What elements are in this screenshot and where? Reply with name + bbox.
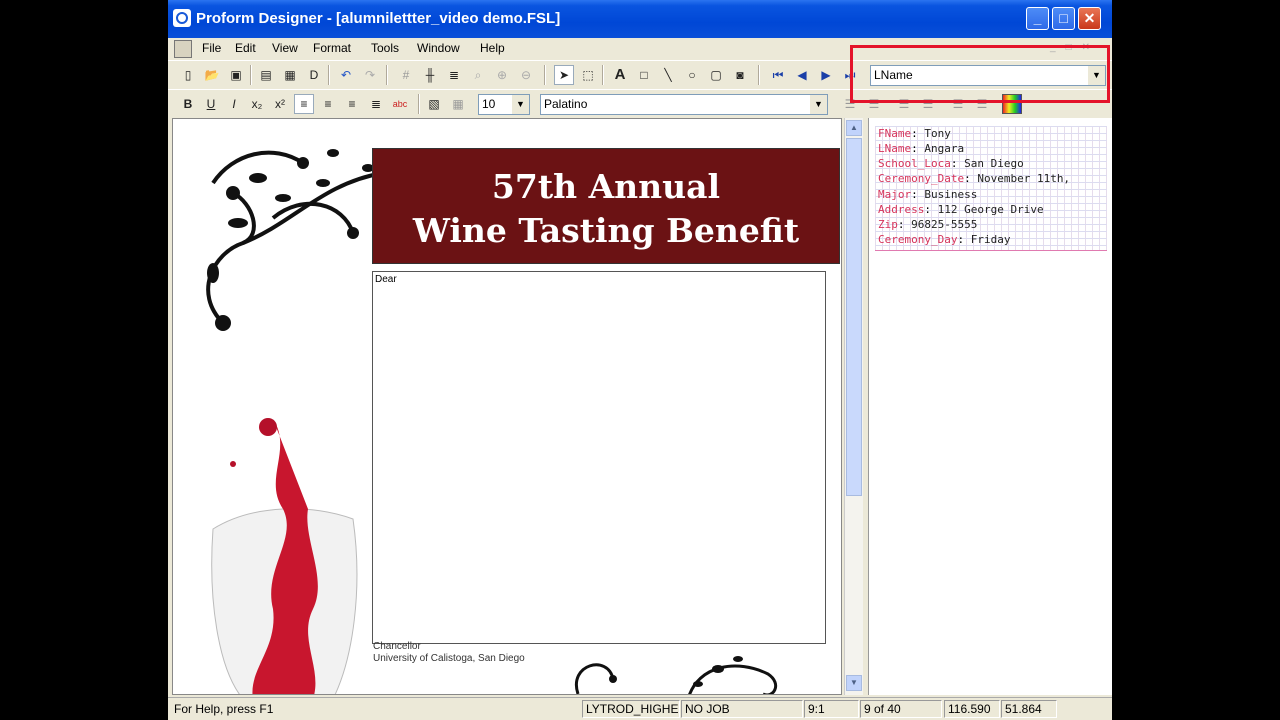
- open-folder-icon[interactable]: 📂: [202, 65, 222, 85]
- page-icon[interactable]: ▤: [256, 65, 276, 85]
- app-icon[interactable]: [173, 9, 191, 27]
- data-field-row[interactable]: FName: Tony: [878, 127, 951, 140]
- ruler-icon[interactable]: ╫: [420, 65, 440, 85]
- next-record-icon[interactable]: ▶: [816, 65, 836, 85]
- scroll-down-icon[interactable]: ▼: [846, 675, 862, 691]
- document-d-icon[interactable]: D: [304, 65, 324, 85]
- data-field-row[interactable]: Major: Business: [878, 188, 977, 201]
- new-file-icon[interactable]: ▯: [178, 65, 198, 85]
- bold-icon[interactable]: B: [178, 94, 198, 114]
- menu-tools[interactable]: Tools: [371, 41, 399, 55]
- spellcheck-icon[interactable]: abc: [390, 94, 410, 114]
- font-size-select[interactable]: 10 ▼: [478, 94, 530, 115]
- align-right-icon[interactable]: ≡: [342, 94, 362, 114]
- line-tool-icon[interactable]: ╲: [658, 65, 678, 85]
- font-name-select[interactable]: Palatino ▼: [540, 94, 828, 115]
- subscript-icon[interactable]: x₂: [247, 94, 267, 114]
- status-page: 9 of 40: [860, 700, 942, 718]
- prev-record-icon[interactable]: ◀: [792, 65, 812, 85]
- print-preview-icon[interactable]: ▦: [280, 65, 300, 85]
- data-field-list: FName: Tony LName: Angara School_Loca: S…: [875, 126, 1107, 251]
- data-record-panel: FName: Tony LName: Angara School_Loca: S…: [868, 118, 1112, 695]
- status-zoom: 9:1: [804, 700, 859, 718]
- circle-tool-icon[interactable]: ○: [682, 65, 702, 85]
- data-field-row[interactable]: LName: Angara: [878, 142, 964, 155]
- table-icon[interactable]: ▦: [448, 94, 468, 114]
- minimize-button[interactable]: _: [1026, 7, 1049, 30]
- wine-glass-image: [211, 418, 358, 694]
- zoom-icon[interactable]: ⌕: [468, 65, 488, 85]
- signature-organization: University of Calistoga, San Diego: [373, 653, 525, 664]
- marquee-select-icon[interactable]: ⬚: [578, 65, 598, 85]
- chevron-down-icon[interactable]: ▼: [810, 95, 827, 114]
- document-icon[interactable]: [174, 40, 192, 58]
- status-coord-x: 116.590: [944, 700, 1000, 718]
- font-size-value: 10: [482, 97, 496, 111]
- document-scrollbar[interactable]: ▲ ▼: [844, 118, 863, 695]
- grid-icon[interactable]: #: [396, 65, 416, 85]
- annotation-highlight-box: [850, 45, 1110, 103]
- status-coord-y: 51.864: [1001, 700, 1057, 718]
- menu-view[interactable]: View: [272, 41, 298, 55]
- status-job: NO JOB: [681, 700, 803, 718]
- letter-body-frame[interactable]: Dear: [372, 271, 826, 644]
- status-help-text: For Help, press F1: [174, 702, 274, 716]
- bottom-swirl-ornament: [574, 656, 778, 694]
- status-printer: LYTROD_HIGHE: [582, 700, 680, 718]
- italic-icon[interactable]: I: [224, 94, 244, 114]
- rounded-rect-icon[interactable]: ▢: [706, 65, 726, 85]
- close-button[interactable]: ✕: [1078, 7, 1101, 30]
- zoom-out-icon[interactable]: ⊖: [516, 65, 536, 85]
- select-arrow-icon[interactable]: ➤: [554, 65, 574, 85]
- status-bar: For Help, press F1 LYTROD_HIGHE NO JOB 9…: [168, 697, 1112, 720]
- align-left-icon[interactable]: ≡: [294, 94, 314, 114]
- app-window: Proform Designer - [alumnilettter_video …: [168, 0, 1112, 720]
- rectangle-tool-icon[interactable]: □: [634, 65, 654, 85]
- first-record-icon[interactable]: ⏮: [768, 65, 788, 85]
- align-center-icon[interactable]: ≡: [318, 94, 338, 114]
- title-bar[interactable]: Proform Designer - [alumnilettter_video …: [168, 0, 1112, 38]
- justify-icon[interactable]: ≣: [366, 94, 386, 114]
- save-icon[interactable]: ▣: [226, 65, 246, 85]
- data-field-row[interactable]: Ceremony_Date: November 11th,: [878, 172, 1070, 185]
- scroll-up-icon[interactable]: ▲: [846, 120, 862, 136]
- header-banner[interactable]: 57th Annual Wine Tasting Benefit: [372, 148, 840, 264]
- image-frame-icon[interactable]: ▧: [424, 94, 444, 114]
- image-tool-icon[interactable]: ◙: [730, 65, 750, 85]
- scroll-thumb[interactable]: [846, 138, 862, 496]
- redo-icon[interactable]: ↷: [360, 65, 380, 85]
- font-name-value: Palatino: [544, 97, 588, 111]
- menu-edit[interactable]: Edit: [235, 41, 256, 55]
- underline-icon[interactable]: U: [201, 94, 221, 114]
- banner-title-line2: Wine Tasting Benefit: [412, 211, 800, 250]
- data-field-row[interactable]: Ceremony_Day: Friday: [878, 233, 1010, 246]
- undo-icon[interactable]: ↶: [336, 65, 356, 85]
- zoom-in-icon[interactable]: ⊕: [492, 65, 512, 85]
- window-title: Proform Designer - [alumnilettter_video …: [196, 10, 561, 27]
- menu-window[interactable]: Window: [417, 41, 460, 55]
- list-icon[interactable]: ≣: [444, 65, 464, 85]
- data-field-row[interactable]: Zip: 96825-5555: [878, 218, 977, 231]
- signature-title: Chancellor: [373, 641, 421, 652]
- maximize-button[interactable]: □: [1052, 7, 1075, 30]
- menu-help[interactable]: Help: [480, 41, 505, 55]
- text-tool-icon[interactable]: A: [610, 65, 630, 85]
- document-canvas[interactable]: 57th Annual Wine Tasting Benefit Dear Ch…: [172, 118, 842, 695]
- data-field-row[interactable]: Address: 112 George Drive: [878, 203, 1044, 216]
- salutation-text: Dear: [375, 274, 397, 285]
- chevron-down-icon[interactable]: ▼: [512, 95, 529, 114]
- menu-format[interactable]: Format: [313, 41, 351, 55]
- superscript-icon[interactable]: x²: [270, 94, 290, 114]
- data-field-row[interactable]: School_Loca: San Diego: [878, 157, 1024, 170]
- banner-title-line1: 57th Annual: [491, 167, 721, 206]
- menu-file[interactable]: File: [202, 41, 221, 55]
